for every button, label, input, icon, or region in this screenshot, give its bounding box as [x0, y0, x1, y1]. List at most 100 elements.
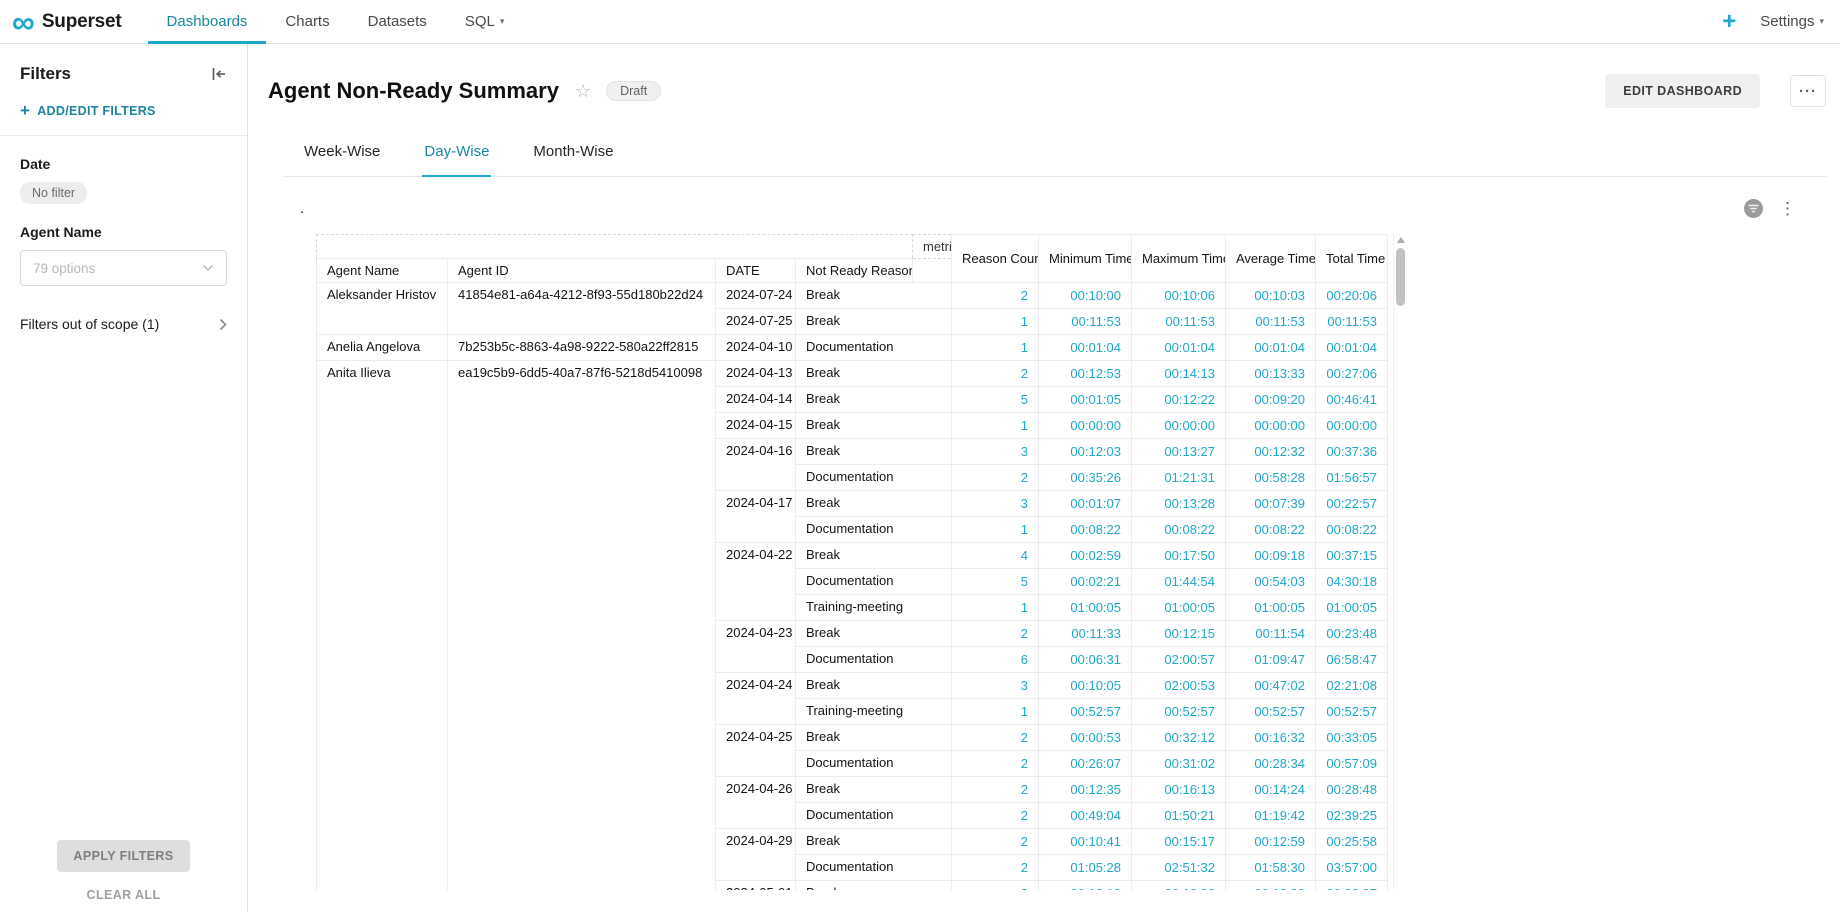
- chevron-right-icon: [219, 318, 227, 331]
- caret-down-icon: ▾: [1819, 16, 1824, 27]
- cell-time: 00:18:26: [1132, 881, 1226, 891]
- cell-count: 2: [952, 855, 1039, 881]
- cell-count: 3: [952, 491, 1039, 517]
- cell-time: 02:39:25: [1316, 803, 1388, 829]
- header-spacer: [913, 259, 952, 283]
- cell-time: 01:05:28: [1039, 855, 1132, 881]
- nav-item-sql[interactable]: SQL ▾: [446, 0, 524, 44]
- cell-reason: Documentation: [796, 647, 952, 673]
- tab-day-wise[interactable]: Day-Wise: [422, 128, 491, 176]
- cell-time: 00:13:33: [1226, 361, 1316, 387]
- settings-menu[interactable]: Settings ▾: [1760, 13, 1824, 30]
- cell-time: 00:08:22: [1226, 517, 1316, 543]
- add-edit-filters-button[interactable]: + ADD/EDIT FILTERS: [20, 102, 227, 119]
- cell-time: 01:00:05: [1226, 595, 1316, 621]
- cell-time: 00:07:39: [1226, 491, 1316, 517]
- cell-time: 00:35:26: [1039, 465, 1132, 491]
- cell-time: 00:12:32: [1226, 439, 1316, 465]
- nav-item-charts[interactable]: Charts: [266, 0, 348, 44]
- cell-time: 00:01:04: [1226, 335, 1316, 361]
- cell-agent: Aleksander Hristov: [317, 283, 448, 335]
- more-options-button[interactable]: ···: [1790, 75, 1826, 107]
- table-row: Anita Ilievaea19c5b9-6dd5-40a7-87f6-5218…: [317, 361, 1388, 387]
- cell-time: 00:47:02: [1226, 673, 1316, 699]
- cell-time: 01:19:42: [1226, 803, 1316, 829]
- cell-time: 00:16:32: [1226, 725, 1316, 751]
- cell-reason: Break: [796, 881, 952, 891]
- edit-dashboard-button[interactable]: EDIT DASHBOARD: [1605, 74, 1760, 108]
- cell-id: 41854e81-a64a-4212-8f93-55d180b22d24: [448, 283, 716, 335]
- cell-reason: Training-meeting: [796, 595, 952, 621]
- tab-week-wise[interactable]: Week-Wise: [302, 128, 382, 176]
- caret-down-icon: ▾: [500, 16, 505, 27]
- column-header-minimum-time: Minimum Time: [1039, 235, 1132, 283]
- cell-reason: Documentation: [796, 855, 952, 881]
- cell-date: 2024-04-24: [716, 673, 796, 725]
- cell-time: 00:01:07: [1039, 491, 1132, 517]
- superset-logo[interactable]: ∞ Superset: [12, 9, 122, 35]
- cell-reason: Documentation: [796, 803, 952, 829]
- date-filter-value-chip[interactable]: No filter: [20, 182, 87, 204]
- cell-time: 00:11:53: [1316, 309, 1388, 335]
- filters-out-of-scope-toggle[interactable]: Filters out of scope (1): [20, 316, 227, 332]
- agent-name-select[interactable]: 79 options: [20, 250, 227, 286]
- cell-time: 06:58:47: [1316, 647, 1388, 673]
- cell-date: 2024-04-13: [716, 361, 796, 387]
- cell-reason: Break: [796, 309, 952, 335]
- nav-item-datasets[interactable]: Datasets: [349, 0, 446, 44]
- cell-time: 00:39:27: [1316, 881, 1388, 891]
- cell-time: 00:17:50: [1132, 543, 1226, 569]
- applied-filters-icon[interactable]: [1744, 199, 1763, 218]
- chevron-down-icon: [202, 264, 214, 272]
- cell-time: 00:52:57: [1039, 699, 1132, 725]
- cell-count: 1: [952, 413, 1039, 439]
- cell-time: 01:44:54: [1132, 569, 1226, 595]
- column-header-average-time: Average Time: [1226, 235, 1316, 283]
- table-scrollbar[interactable]: [1393, 234, 1406, 890]
- cell-time: 00:01:04: [1316, 335, 1388, 361]
- cell-time: 01:00:05: [1039, 595, 1132, 621]
- cell-time: 00:10:10: [1039, 881, 1132, 891]
- plus-icon: +: [20, 102, 30, 119]
- favorite-star-icon[interactable]: ☆: [575, 82, 591, 100]
- cell-reason: Break: [796, 413, 952, 439]
- cell-reason: Break: [796, 621, 952, 647]
- cell-time: 01:50:21: [1132, 803, 1226, 829]
- cell-time: 00:02:59: [1039, 543, 1132, 569]
- cell-time: 02:00:53: [1132, 673, 1226, 699]
- table-row: Anelia Angelova7b253b5c-8863-4a98-9222-5…: [317, 335, 1388, 361]
- cell-time: 00:01:04: [1039, 335, 1132, 361]
- main-nav: Dashboards Charts Datasets SQL ▾: [148, 0, 524, 44]
- scrollbar-thumb[interactable]: [1396, 248, 1405, 306]
- cell-time: 00:12:03: [1039, 439, 1132, 465]
- row-header-agent-id: Agent ID: [448, 259, 716, 283]
- cell-time: 00:33:05: [1316, 725, 1388, 751]
- metric-axis-label: metric: [913, 235, 952, 259]
- chart-kebab-menu-icon[interactable]: ⋮: [1779, 200, 1796, 217]
- cell-time: 00:46:41: [1316, 387, 1388, 413]
- infinity-logo-icon: ∞: [12, 9, 35, 35]
- cell-time: 00:31:02: [1132, 751, 1226, 777]
- cell-id: ea19c5b9-6dd5-40a7-87f6-5218d5410098: [448, 361, 716, 891]
- collapse-sidebar-icon[interactable]: [211, 67, 227, 81]
- clear-all-button[interactable]: CLEAR ALL: [87, 888, 161, 902]
- row-header-not-ready-reason: Not Ready Reason: [796, 259, 913, 283]
- cell-reason: Break: [796, 829, 952, 855]
- cell-time: 00:11:54: [1226, 621, 1316, 647]
- cell-reason: Break: [796, 491, 952, 517]
- apply-filters-button[interactable]: APPLY FILTERS: [57, 840, 189, 872]
- cell-time: 00:11:53: [1132, 309, 1226, 335]
- nav-item-dashboards[interactable]: Dashboards: [148, 0, 267, 44]
- tab-month-wise[interactable]: Month-Wise: [531, 128, 615, 176]
- cell-time: 03:57:00: [1316, 855, 1388, 881]
- cell-count: 2: [952, 803, 1039, 829]
- scrollbar-up-arrow[interactable]: [1397, 237, 1405, 243]
- cell-time: 01:56:57: [1316, 465, 1388, 491]
- cell-time: 02:21:08: [1316, 673, 1388, 699]
- new-item-button[interactable]: +: [1722, 10, 1736, 34]
- cell-reason: Documentation: [796, 751, 952, 777]
- date-filter-label: Date: [20, 156, 227, 172]
- page-title: Agent Non-Ready Summary: [268, 78, 559, 104]
- cell-reason: Documentation: [796, 517, 952, 543]
- cell-reason: Break: [796, 777, 952, 803]
